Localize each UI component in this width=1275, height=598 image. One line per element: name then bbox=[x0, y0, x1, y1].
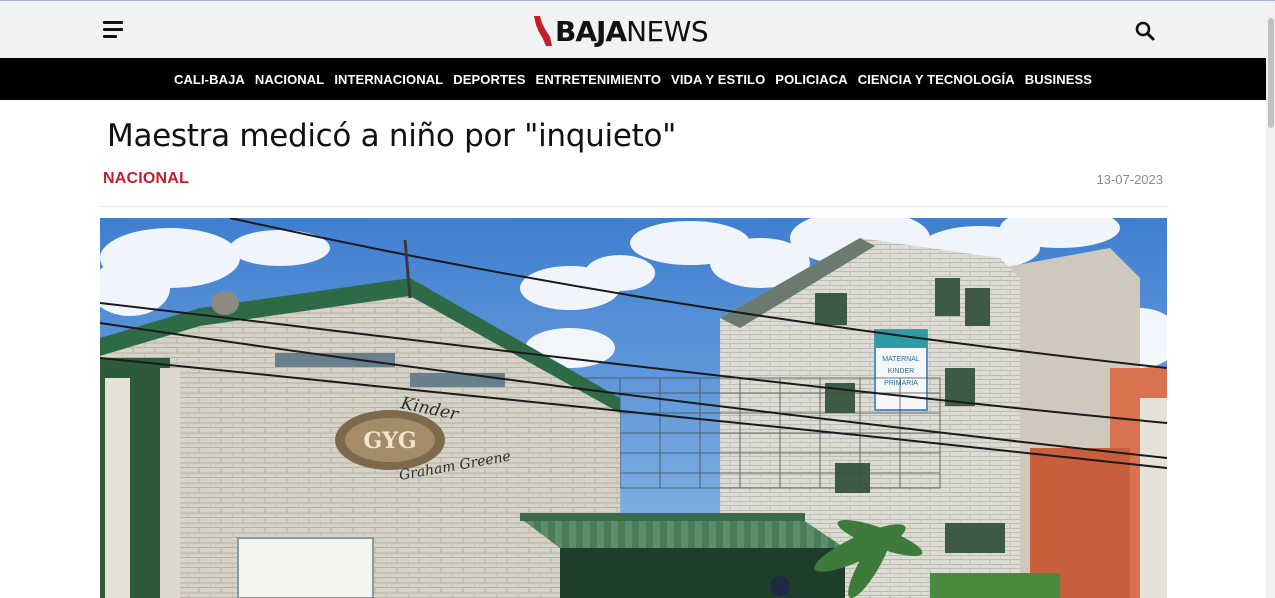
svg-text:PRIMARIA: PRIMARIA bbox=[884, 380, 918, 387]
hamburger-menu-icon[interactable] bbox=[101, 19, 127, 41]
article-date: 13-07-2023 bbox=[1096, 172, 1164, 187]
search-icon[interactable] bbox=[1134, 20, 1156, 42]
nav-item-ciencia-y-tecnologia[interactable]: CIENCIA Y TECNOLOGÍA bbox=[853, 72, 1020, 87]
menu-line bbox=[103, 21, 123, 24]
site-logo[interactable]: BAJA NEWS bbox=[531, 13, 709, 49]
site-header: BAJA NEWS bbox=[0, 1, 1266, 58]
baja-peninsula-icon bbox=[534, 16, 552, 46]
school-building-illustration: MATERNAL KINDER PRIMARIA GYG Kinder Grah… bbox=[100, 218, 1167, 598]
nav-item-cali-baja[interactable]: CALI-BAJA bbox=[169, 72, 250, 87]
nav-item-business[interactable]: BUSINESS bbox=[1020, 72, 1097, 87]
main-nav: CALI-BAJA NACIONAL INTERNACIONAL DEPORTE… bbox=[0, 58, 1266, 100]
svg-text:KINDER: KINDER bbox=[888, 368, 914, 375]
menu-line bbox=[103, 35, 117, 38]
svg-text:GYG: GYG bbox=[363, 428, 416, 454]
logo-text-light: NEWS bbox=[626, 14, 709, 48]
divider bbox=[100, 206, 1167, 207]
svg-text:MATERNAL: MATERNAL bbox=[882, 356, 920, 363]
article-hero-image: MATERNAL KINDER PRIMARIA GYG Kinder Grah… bbox=[100, 218, 1167, 598]
logo-text-bold: BAJA bbox=[555, 14, 627, 48]
nav-item-deportes[interactable]: DEPORTES bbox=[448, 72, 530, 87]
nav-item-vida-y-estilo[interactable]: VIDA Y ESTILO bbox=[666, 72, 770, 87]
nav-item-policiaca[interactable]: POLICIACA bbox=[770, 72, 852, 87]
article-title: Maestra medicó a niño por "inquieto" bbox=[107, 118, 677, 154]
nav-item-internacional[interactable]: INTERNACIONAL bbox=[329, 72, 448, 87]
nav-item-entretenimiento[interactable]: ENTRETENIMIENTO bbox=[531, 72, 667, 87]
menu-line bbox=[103, 28, 123, 31]
scrollbar-thumb[interactable] bbox=[1268, 18, 1274, 128]
article-category-link[interactable]: NACIONAL bbox=[103, 170, 189, 188]
nav-item-nacional[interactable]: NACIONAL bbox=[250, 72, 329, 87]
